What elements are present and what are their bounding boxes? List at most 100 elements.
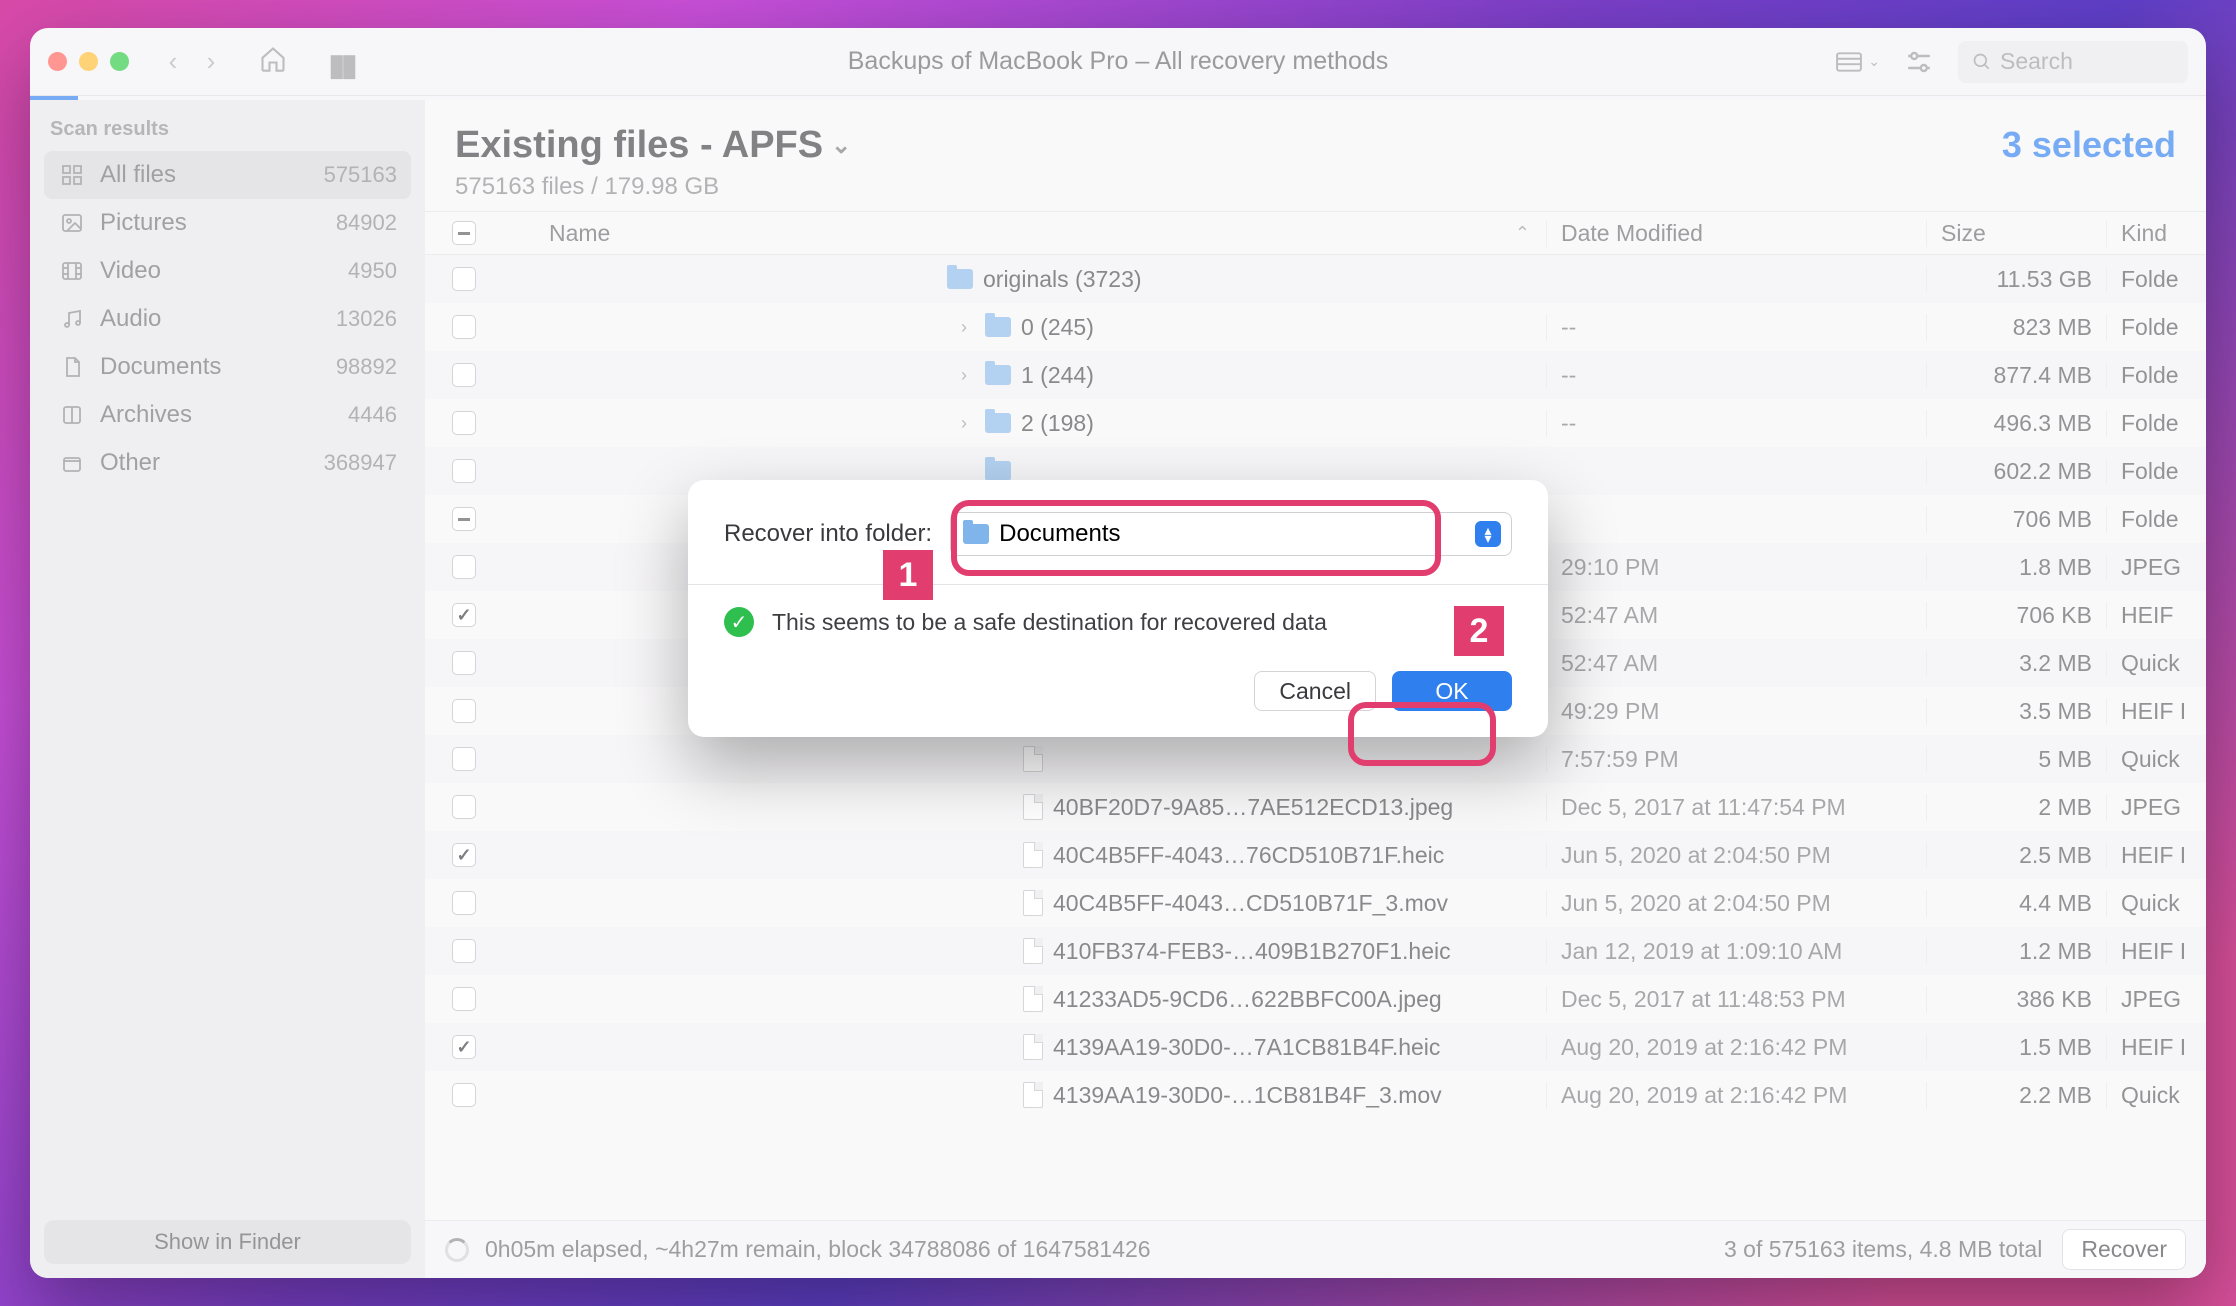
table-row[interactable]: 40C4B5FF-4043…CD510B71F_3.mov Jun 5, 202… bbox=[425, 879, 2206, 927]
folder-icon bbox=[963, 524, 989, 544]
view-mode-button[interactable]: ⌄ bbox=[1836, 52, 1880, 72]
divider bbox=[688, 584, 1548, 585]
ok-button[interactable]: OK bbox=[1392, 671, 1512, 711]
file-kind: Folde bbox=[2106, 266, 2206, 293]
file-size: 1.2 MB bbox=[1926, 938, 2106, 965]
file-icon bbox=[1023, 1082, 1043, 1108]
dialog-buttons: Cancel OK bbox=[724, 671, 1512, 711]
sidebar-item-archives[interactable]: Archives 4446 bbox=[44, 391, 411, 439]
row-checkbox[interactable] bbox=[452, 1083, 476, 1107]
file-kind: HEIF I bbox=[2106, 938, 2206, 965]
home-icon[interactable] bbox=[259, 45, 287, 78]
folder-icon bbox=[947, 269, 973, 289]
main-subtitle: 575163 files / 179.98 GB bbox=[455, 173, 2002, 201]
file-name: 40C4B5FF-4043…76CD510B71F.heic bbox=[1053, 842, 1444, 869]
row-checkbox[interactable] bbox=[452, 939, 476, 963]
row-checkbox[interactable] bbox=[452, 411, 476, 435]
column-size[interactable]: Size bbox=[1926, 220, 2106, 247]
table-row[interactable]: 4139AA19-30D0-…7A1CB81B4F.heic Aug 20, 2… bbox=[425, 1023, 2206, 1071]
main-header: Existing files - APFS ⌄ 575163 files / 1… bbox=[425, 100, 2206, 211]
table-row[interactable]: originals (3723) 11.53 GB Folde bbox=[425, 255, 2206, 303]
table-row[interactable]: 41233AD5-9CD6…622BBFC00A.jpeg Dec 5, 201… bbox=[425, 975, 2206, 1023]
file-kind: Folde bbox=[2106, 410, 2206, 437]
sidebar-item-video[interactable]: Video 4950 bbox=[44, 247, 411, 295]
recover-dialog: Recover into folder: Documents ▴▾ ✓ This… bbox=[688, 480, 1548, 737]
table-row[interactable]: 40C4B5FF-4043…76CD510B71F.heic Jun 5, 20… bbox=[425, 831, 2206, 879]
folder-icon bbox=[985, 461, 1011, 481]
search-input[interactable]: Search bbox=[1958, 41, 2188, 83]
row-checkbox[interactable] bbox=[452, 267, 476, 291]
table-row[interactable]: 40BF20D7-9A85…7AE512ECD13.jpeg Dec 5, 20… bbox=[425, 783, 2206, 831]
back-button[interactable]: ‹ bbox=[159, 46, 187, 77]
file-date: Dec 5, 2017 at 11:47:54 PM bbox=[1546, 794, 1926, 821]
file-size: 5 MB bbox=[1926, 746, 2106, 773]
file-size: 3.2 MB bbox=[1926, 650, 2106, 677]
row-checkbox[interactable] bbox=[452, 747, 476, 771]
file-size: 4.4 MB bbox=[1926, 890, 2106, 917]
file-icon bbox=[1023, 842, 1043, 868]
show-in-finder-button[interactable]: Show in Finder bbox=[44, 1220, 411, 1264]
toolbar-right: ⌄ Search bbox=[1836, 41, 2188, 83]
sidebar-item-other[interactable]: Other 368947 bbox=[44, 439, 411, 487]
column-date[interactable]: Date Modified bbox=[1546, 220, 1926, 247]
row-checkbox[interactable] bbox=[452, 363, 476, 387]
file-icon bbox=[1023, 986, 1043, 1012]
sidebar-item-audio[interactable]: Audio 13026 bbox=[44, 295, 411, 343]
recover-folder-select[interactable]: Documents ▴▾ bbox=[950, 512, 1512, 556]
file-rows: originals (3723) 11.53 GB Folde ›0 (245)… bbox=[425, 255, 2206, 1220]
zoom-window[interactable] bbox=[110, 52, 129, 71]
file-date: 49:29 PM bbox=[1546, 698, 1926, 725]
table-row[interactable]: ›1 (244) -- 877.4 MB Folde bbox=[425, 351, 2206, 399]
archive-icon bbox=[58, 401, 86, 429]
file-date: 52:47 AM bbox=[1546, 650, 1926, 677]
doc-icon bbox=[58, 353, 86, 381]
row-checkbox[interactable] bbox=[452, 699, 476, 723]
table-row[interactable]: 410FB374-FEB3-…409B1B270F1.heic Jan 12, … bbox=[425, 927, 2206, 975]
row-checkbox[interactable] bbox=[452, 843, 476, 867]
sidebar: Scan results All files 575163 Pictures 8… bbox=[30, 100, 425, 1278]
file-date: 7:57:59 PM bbox=[1546, 746, 1926, 773]
selection-count[interactable]: 3 selected bbox=[2002, 124, 2176, 166]
main-title[interactable]: Existing files - APFS ⌄ bbox=[455, 124, 2002, 167]
minimize-window[interactable] bbox=[79, 52, 98, 71]
cancel-button[interactable]: Cancel bbox=[1254, 671, 1376, 711]
pause-icon[interactable]: ▮▮ bbox=[327, 48, 355, 76]
sidebar-item-count: 98892 bbox=[336, 354, 397, 380]
row-checkbox[interactable] bbox=[452, 315, 476, 339]
row-checkbox[interactable] bbox=[452, 1035, 476, 1059]
disclosure-icon[interactable]: › bbox=[961, 317, 975, 338]
image-icon bbox=[58, 209, 86, 237]
row-checkbox[interactable] bbox=[452, 459, 476, 483]
row-checkbox[interactable] bbox=[452, 795, 476, 819]
table-row[interactable]: ›2 (198) -- 496.3 MB Folde bbox=[425, 399, 2206, 447]
recover-button[interactable]: Recover bbox=[2062, 1229, 2186, 1270]
row-checkbox[interactable] bbox=[452, 651, 476, 675]
settings-icon[interactable] bbox=[1904, 50, 1934, 74]
row-checkbox[interactable] bbox=[452, 507, 476, 531]
disclosure-icon[interactable]: › bbox=[961, 365, 975, 386]
forward-button[interactable]: › bbox=[197, 46, 225, 77]
table-row[interactable]: 4139AA19-30D0-…1CB81B4F_3.mov Aug 20, 20… bbox=[425, 1071, 2206, 1119]
close-window[interactable] bbox=[48, 52, 67, 71]
column-checkbox[interactable] bbox=[439, 221, 489, 245]
row-checkbox[interactable] bbox=[452, 555, 476, 579]
file-name: 4139AA19-30D0-…1CB81B4F_3.mov bbox=[1053, 1082, 1442, 1109]
file-date: Aug 20, 2019 at 2:16:42 PM bbox=[1546, 1034, 1926, 1061]
sidebar-item-all-files[interactable]: All files 575163 bbox=[44, 151, 411, 199]
row-checkbox[interactable] bbox=[452, 987, 476, 1011]
annotation-badge-1: 1 bbox=[883, 550, 933, 600]
file-date: -- bbox=[1546, 314, 1926, 341]
sidebar-item-documents[interactable]: Documents 98892 bbox=[44, 343, 411, 391]
file-kind: Folde bbox=[2106, 362, 2206, 389]
row-checkbox[interactable] bbox=[452, 603, 476, 627]
column-name[interactable]: Name ⌃ bbox=[489, 220, 1546, 247]
file-icon bbox=[1023, 746, 1043, 772]
recover-folder-label: Recover into folder: bbox=[724, 520, 932, 548]
file-kind: JPEG bbox=[2106, 794, 2206, 821]
table-row[interactable]: 7:57:59 PM 5 MB Quick bbox=[425, 735, 2206, 783]
column-kind[interactable]: Kind bbox=[2106, 220, 2206, 247]
table-row[interactable]: ›0 (245) -- 823 MB Folde bbox=[425, 303, 2206, 351]
row-checkbox[interactable] bbox=[452, 891, 476, 915]
sidebar-item-pictures[interactable]: Pictures 84902 bbox=[44, 199, 411, 247]
disclosure-icon[interactable]: › bbox=[961, 413, 975, 434]
